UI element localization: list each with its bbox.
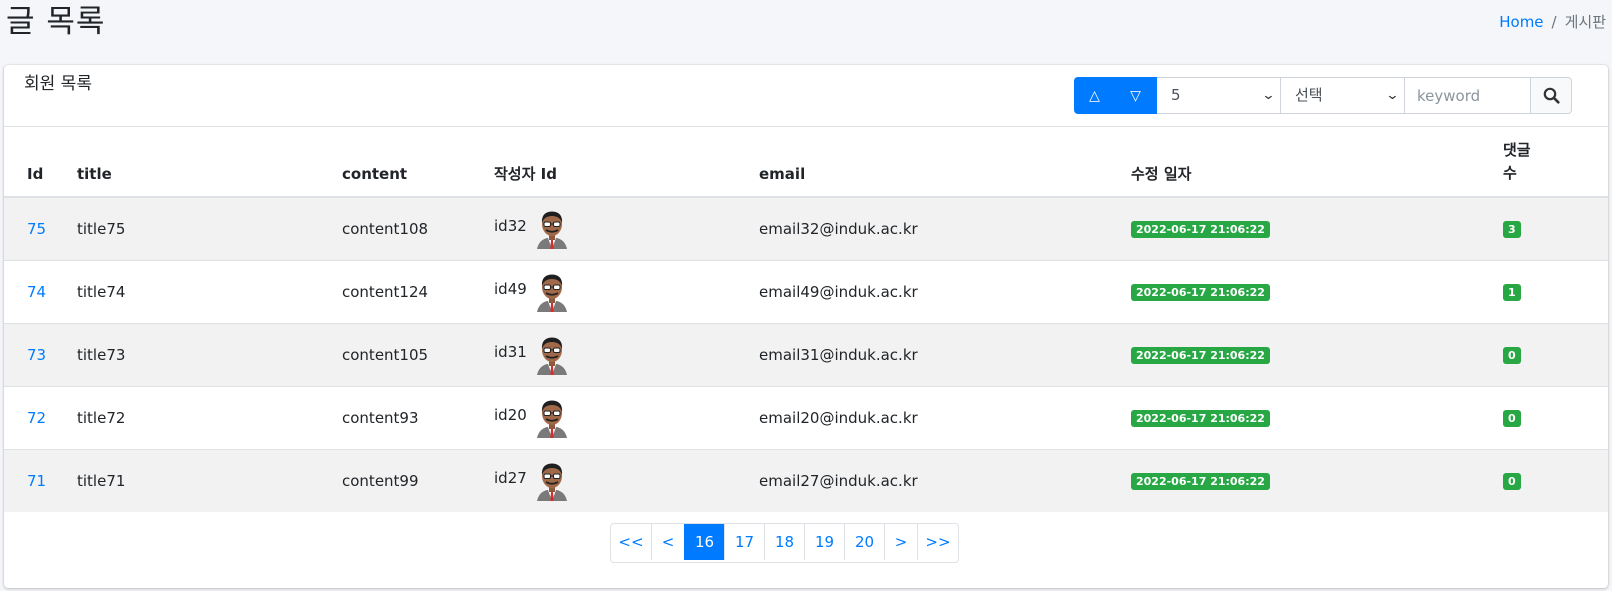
- page-button[interactable]: 17: [724, 524, 764, 560]
- page-next-button[interactable]: >: [884, 524, 917, 560]
- page-header: 글 목록 Home / 게시판: [0, 0, 1612, 62]
- writer-email: email49@induk.ac.kr: [759, 283, 918, 301]
- comment-count-badge: 0: [1503, 473, 1521, 490]
- pagination: << < 16 17 18 19 20 > >>: [610, 523, 959, 563]
- column-header-email[interactable]: email: [759, 163, 805, 185]
- table-row: 75 title75 content108 id32 email32@induk…: [4, 198, 1608, 260]
- post-title: title74: [77, 283, 126, 301]
- column-header-comment-count[interactable]: 댓글 수: [1503, 139, 1543, 185]
- table-row: 71 title71 content99 id27 email27@induk.…: [4, 449, 1608, 512]
- post-content: content124: [342, 283, 429, 301]
- chevron-down-icon: ⌄: [1385, 88, 1400, 103]
- writer-email: email27@induk.ac.kr: [759, 472, 918, 490]
- page-title: 글 목록: [6, 4, 106, 40]
- keyword-input[interactable]: [1405, 77, 1531, 114]
- post-content: content105: [342, 346, 429, 364]
- avatar: [537, 400, 567, 438]
- search-type-value: 선택: [1295, 86, 1323, 104]
- avatar: [537, 211, 567, 249]
- sort-descending-button[interactable]: ▽: [1115, 77, 1156, 114]
- page-size-value: 5: [1171, 86, 1181, 104]
- post-id-link[interactable]: 71: [27, 471, 46, 491]
- table-row: 74 title74 content124 id49 email49@induk…: [4, 260, 1608, 323]
- writer-email: email32@induk.ac.kr: [759, 220, 918, 238]
- comment-count-badge: 0: [1503, 347, 1521, 364]
- post-content: content99: [342, 472, 419, 490]
- column-header-id[interactable]: Id: [27, 163, 43, 185]
- comment-count-badge: 3: [1503, 221, 1521, 238]
- breadcrumb-current: 게시판: [1564, 13, 1606, 31]
- triangle-up-icon: △: [1089, 87, 1100, 104]
- writer-id: id49: [494, 280, 527, 298]
- writer-email: email20@induk.ac.kr: [759, 409, 918, 427]
- post-id-link[interactable]: 73: [27, 345, 46, 365]
- post-title: title71: [77, 472, 126, 490]
- post-title: title72: [77, 409, 126, 427]
- search-button[interactable]: [1531, 77, 1572, 114]
- column-header-content[interactable]: content: [342, 163, 407, 185]
- breadcrumb-separator: /: [1551, 13, 1557, 31]
- post-title: title75: [77, 220, 126, 238]
- page-button[interactable]: 18: [764, 524, 804, 560]
- table-header: Id title content 작성자 Id email 수정 일자 댓글 수: [4, 127, 1608, 198]
- writer-id: id27: [494, 469, 527, 487]
- comment-count-badge: 0: [1503, 410, 1521, 427]
- comment-count-badge: 1: [1503, 284, 1521, 301]
- modified-date-badge: 2022-06-17 21:06:22: [1131, 473, 1270, 490]
- avatar: [537, 274, 567, 312]
- page-prev-button[interactable]: <: [651, 524, 684, 560]
- chevron-down-icon: ⌄: [1261, 88, 1276, 103]
- page-last-button[interactable]: >>: [917, 524, 958, 560]
- post-id-link[interactable]: 74: [27, 282, 46, 302]
- table-row: 72 title72 content93 id20 email20@induk.…: [4, 386, 1608, 449]
- post-content: content108: [342, 220, 429, 238]
- post-content: content93: [342, 409, 419, 427]
- writer-id: id32: [494, 217, 527, 235]
- search-icon: [1543, 87, 1560, 104]
- card-header: 회원 목록 △ ▽ 5 ⌄ 선택 ⌄: [4, 65, 1608, 127]
- writer-email: email31@induk.ac.kr: [759, 346, 918, 364]
- modified-date-badge: 2022-06-17 21:06:22: [1131, 221, 1270, 238]
- breadcrumb: Home / 게시판: [1499, 12, 1606, 32]
- sort-ascending-button[interactable]: △: [1074, 77, 1115, 114]
- column-header-modified-date[interactable]: 수정 일자: [1131, 163, 1191, 185]
- breadcrumb-home-link[interactable]: Home: [1499, 13, 1543, 31]
- modified-date-badge: 2022-06-17 21:06:22: [1131, 347, 1270, 364]
- post-id-link[interactable]: 75: [27, 219, 46, 239]
- post-id-link[interactable]: 72: [27, 408, 46, 428]
- member-list-card: 회원 목록 △ ▽ 5 ⌄ 선택 ⌄ keyword Id title cont…: [4, 65, 1608, 588]
- search-type-select[interactable]: 선택 ⌄: [1281, 77, 1405, 114]
- posts-table: Id title content 작성자 Id email 수정 일자 댓글 수…: [4, 127, 1608, 512]
- page-size-select[interactable]: 5 ⌄: [1157, 77, 1281, 114]
- sort-button-group: △ ▽: [1074, 77, 1157, 114]
- avatar: [537, 463, 567, 501]
- post-title: title73: [77, 346, 126, 364]
- page-button[interactable]: 19: [804, 524, 844, 560]
- page-button[interactable]: 20: [844, 524, 884, 560]
- card-tools: △ ▽ 5 ⌄ 선택 ⌄: [1074, 77, 1572, 114]
- column-header-title[interactable]: title: [77, 163, 112, 185]
- writer-id: id31: [494, 343, 527, 361]
- column-header-writer-id[interactable]: 작성자 Id: [494, 163, 557, 185]
- page-first-button[interactable]: <<: [611, 524, 651, 560]
- writer-id: id20: [494, 406, 527, 424]
- avatar: [537, 337, 567, 375]
- table-row: 73 title73 content105 id31 email31@induk…: [4, 323, 1608, 386]
- page-button-active[interactable]: 16: [684, 524, 724, 560]
- modified-date-badge: 2022-06-17 21:06:22: [1131, 410, 1270, 427]
- triangle-down-icon: ▽: [1130, 87, 1141, 104]
- modified-date-badge: 2022-06-17 21:06:22: [1131, 284, 1270, 301]
- card-title: 회원 목록: [24, 74, 92, 94]
